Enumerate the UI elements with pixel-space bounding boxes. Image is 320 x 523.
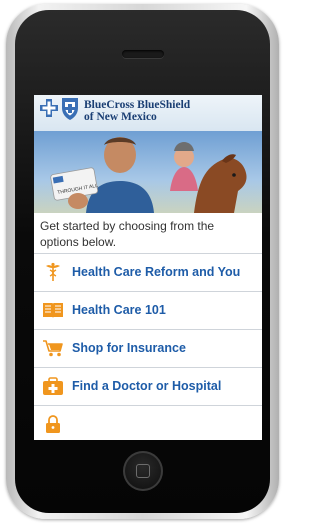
menu-label-health-care-reform: Health Care Reform and You <box>72 265 241 279</box>
first-aid-kit-icon <box>43 377 63 395</box>
home-button[interactable] <box>123 451 163 491</box>
home-button-square-icon <box>136 464 150 478</box>
lock-icon <box>46 415 60 433</box>
bcbs-logo-icon <box>40 98 78 120</box>
phone-screen: BlueCross BlueShield of New Mexico THROU… <box>34 95 262 440</box>
main-menu: Health Care Reform and You Health Care 1… <box>34 253 262 440</box>
intro-text: Get started by choosing from the options… <box>40 219 215 249</box>
brand-header: BlueCross BlueShield of New Mexico <box>34 95 262 131</box>
menu-label-find-doctor: Find a Doctor or Hospital <box>72 379 222 393</box>
menu-item-health-care-reform[interactable]: Health Care Reform and You <box>34 253 262 291</box>
caduceus-icon <box>46 262 60 281</box>
book-icon <box>43 303 63 318</box>
menu-label-shop-for-insurance: Shop for Insurance <box>72 341 186 355</box>
brand-name: BlueCross BlueShield of New Mexico <box>84 99 259 123</box>
menu-item-secure-login[interactable] <box>34 405 262 440</box>
shopping-cart-icon <box>43 340 63 357</box>
menu-label-health-care-101: Health Care 101 <box>72 303 166 317</box>
menu-item-shop-for-insurance[interactable]: Shop for Insurance <box>34 329 262 367</box>
brand-name-line1: BlueCross BlueShield <box>84 99 191 111</box>
menu-item-health-care-101[interactable]: Health Care 101 <box>34 291 262 329</box>
menu-item-find-doctor[interactable]: Find a Doctor or Hospital <box>34 367 262 405</box>
brand-name-line2: of New Mexico <box>84 111 157 123</box>
hero-banner-image: THROUGH IT ALL <box>34 131 262 213</box>
earpiece-speaker <box>122 50 164 58</box>
